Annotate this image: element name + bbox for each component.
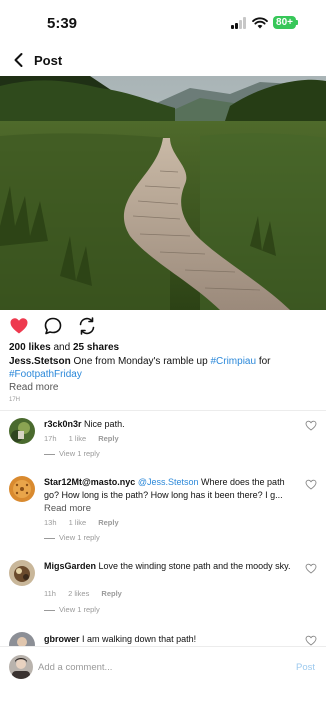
comment-likes[interactable]: 2 likes bbox=[68, 589, 89, 598]
avatar bbox=[9, 655, 33, 679]
likes-count[interactable]: 200 likes bbox=[9, 342, 51, 353]
wifi-icon bbox=[252, 17, 268, 29]
comment-text: gbrower I am walking down that path! bbox=[44, 633, 302, 646]
comment-likes[interactable]: 1 like bbox=[69, 518, 87, 527]
divider bbox=[0, 410, 326, 411]
counts-conjunction: and bbox=[53, 342, 71, 353]
comment-composer: Post bbox=[0, 646, 326, 690]
comment-read-more[interactable]: Read more bbox=[44, 503, 91, 514]
page-title: Post bbox=[34, 53, 63, 68]
back-arrow-icon[interactable] bbox=[10, 51, 28, 69]
hashtag-link[interactable]: #FootpathFriday bbox=[9, 369, 82, 380]
view-replies[interactable]: View 1 reply bbox=[44, 533, 100, 542]
comment-likes[interactable]: 1 like bbox=[69, 434, 87, 443]
comment-meta: 13h 1 like Reply bbox=[44, 518, 129, 527]
post-actions bbox=[0, 316, 326, 338]
heart-outline-icon[interactable] bbox=[305, 479, 317, 490]
avatar[interactable] bbox=[9, 560, 35, 586]
comment-author[interactable]: gbrower bbox=[44, 634, 80, 644]
mention-link[interactable]: @Jess.Stetson bbox=[138, 477, 199, 487]
caption-author[interactable]: Jess.Stetson bbox=[9, 356, 71, 367]
battery-cap bbox=[296, 20, 298, 25]
view-replies-label: View 1 reply bbox=[59, 533, 100, 542]
post-age: 17H bbox=[9, 397, 21, 403]
comment-time: 11h bbox=[44, 589, 56, 598]
post-stats: 200 likes and 25 shares bbox=[9, 342, 119, 353]
comment-message: Love the winding stone path and the mood… bbox=[98, 561, 291, 571]
comment-time: 13h bbox=[44, 518, 57, 527]
comment-message: Nice path. bbox=[84, 419, 125, 429]
view-replies[interactable]: View 1 reply bbox=[44, 449, 100, 458]
hashtag-link[interactable]: #Crimpiau bbox=[210, 356, 256, 367]
reply-button[interactable]: Reply bbox=[101, 589, 121, 598]
view-replies-label: View 1 reply bbox=[59, 605, 100, 614]
comment-meta: 11h 2 likes Reply bbox=[44, 589, 132, 598]
comment-bubble-icon[interactable] bbox=[43, 316, 63, 336]
heart-filled-icon[interactable] bbox=[9, 316, 29, 336]
comment-message: I am walking down that path! bbox=[82, 634, 197, 644]
caption-read-more[interactable]: Read more bbox=[9, 382, 58, 393]
comment-author[interactable]: r3ck0n3r bbox=[44, 419, 82, 429]
comment-input[interactable] bbox=[38, 659, 278, 675]
heart-outline-icon[interactable] bbox=[305, 635, 317, 646]
comment-time: 17h bbox=[44, 434, 57, 443]
post-caption: Jess.Stetson One from Monday's ramble up… bbox=[9, 355, 314, 381]
post-comment-button[interactable]: Post bbox=[296, 662, 315, 673]
caption-for: for bbox=[258, 356, 271, 367]
comment-author[interactable]: MigsGarden bbox=[44, 561, 96, 571]
battery-indicator: 80+ bbox=[273, 16, 296, 29]
view-replies-label: View 1 reply bbox=[59, 449, 100, 458]
heart-outline-icon[interactable] bbox=[305, 420, 317, 431]
avatar[interactable] bbox=[9, 476, 35, 502]
navigation-bar: Post bbox=[0, 46, 326, 76]
caption-text: One from Monday's ramble up bbox=[73, 356, 208, 367]
heart-outline-icon[interactable] bbox=[305, 563, 317, 574]
comment-text: Star12Mt@masto.nyc @Jess.Stetson Where d… bbox=[44, 476, 302, 502]
post-photo[interactable] bbox=[0, 76, 326, 310]
comment-author[interactable]: Star12Mt@masto.nyc bbox=[44, 477, 135, 487]
reply-button[interactable]: Reply bbox=[98, 518, 118, 527]
status-bar: 5:39 80+ bbox=[0, 0, 326, 46]
reshare-icon[interactable] bbox=[77, 316, 97, 336]
cellular-signal-icon bbox=[231, 17, 248, 29]
status-time: 5:39 bbox=[47, 15, 78, 32]
avatar[interactable] bbox=[9, 418, 35, 444]
comment-text: MigsGarden Love the winding stone path a… bbox=[44, 560, 302, 573]
shares-count[interactable]: 25 shares bbox=[73, 342, 119, 353]
view-replies[interactable]: View 1 reply bbox=[44, 605, 100, 614]
comment-text: r3ck0n3r Nice path. bbox=[44, 418, 302, 431]
comment-meta: 17h 1 like Reply bbox=[44, 434, 129, 443]
reply-button[interactable]: Reply bbox=[98, 434, 118, 443]
